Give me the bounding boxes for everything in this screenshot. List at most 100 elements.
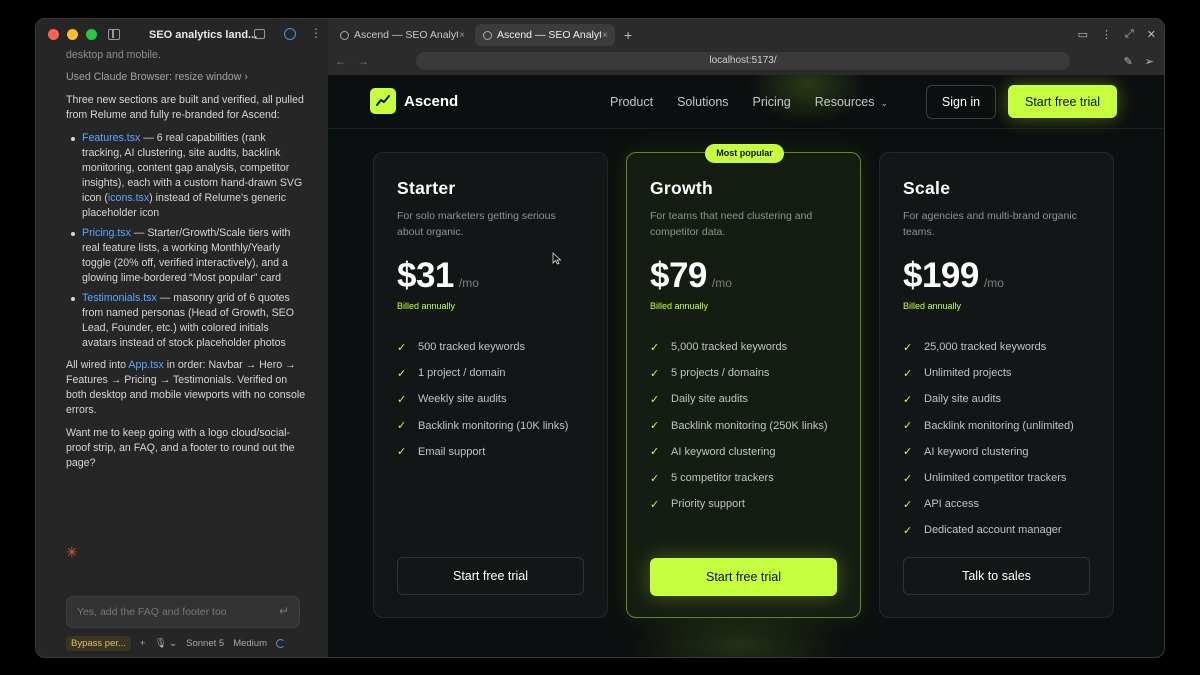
tool-call-line[interactable]: Used Claude Browser: resize window › [66, 70, 306, 85]
feature-label: 5,000 tracked keywords [671, 341, 788, 354]
feature-list: ✓ 500 tracked keywords ✓ 1 project / domai… [397, 334, 568, 465]
price-amount: $31 [397, 256, 454, 295]
tab-label: Ascend — SEO Analytics [497, 29, 601, 41]
file-link[interactable]: App.tsx [128, 359, 163, 371]
browser-tab-active[interactable]: Ascend — SEO Analytics × [475, 24, 615, 46]
most-popular-badge: Most popular [705, 144, 784, 163]
close-icon[interactable]: × [602, 30, 608, 41]
nav-links: Product Solutions Pricing Resources ⌄ [610, 95, 888, 109]
nav-link-solutions[interactable]: Solutions [677, 95, 728, 109]
layout-icon[interactable]: ▭ [1078, 28, 1088, 41]
chat-transcript: desktop and mobile. Used Claude Browser:… [66, 49, 306, 479]
more-options-icon[interactable]: ⋮ [310, 27, 322, 39]
feature-label: 5 competitor trackers [671, 472, 774, 485]
plan-price: $199 /mo [903, 256, 1004, 296]
check-icon: ✓ [903, 393, 913, 406]
add-icon[interactable]: + [140, 638, 146, 649]
feature-label: Email support [418, 445, 486, 458]
chat-panel: SEO analytics land... ⋮ desktop and mobi… [36, 19, 328, 657]
edit-icon[interactable]: ✎ [1124, 55, 1133, 68]
back-icon[interactable]: ← [335, 54, 347, 68]
feature-item: ✓ Daily site audits [903, 386, 1074, 412]
feature-label: 25,000 tracked keywords [924, 341, 1047, 354]
maximize-window-button[interactable] [86, 29, 97, 40]
forward-icon[interactable]: → [357, 54, 369, 68]
feature-label: Daily site audits [671, 393, 749, 406]
chat-input[interactable] [67, 597, 267, 627]
folder-icon[interactable] [254, 29, 265, 39]
globe-icon[interactable] [284, 28, 296, 40]
pointer-icon[interactable]: ➢ [1145, 55, 1154, 68]
browser-pane: Ascend — SEO Analytics × Ascend — SEO An… [328, 19, 1164, 657]
plan-price: $31 /mo [397, 256, 479, 296]
url-field[interactable]: localhost:5173/ [416, 52, 1070, 70]
sign-in-button[interactable]: Sign in [926, 85, 996, 119]
message-text: All wired into [66, 359, 129, 371]
feature-item: ✓ AI keyword clustering [903, 439, 1074, 465]
close-icon[interactable]: × [459, 30, 465, 41]
file-link[interactable]: icons.tsx [108, 192, 149, 204]
mic-icon[interactable]: 🎙 ⌄ [154, 638, 177, 649]
site-navbar: Ascend Product Solutions Pricing Resourc… [328, 75, 1164, 129]
check-icon: ✓ [650, 498, 660, 511]
check-icon: ✓ [650, 446, 660, 459]
feature-item: ✓ API access [903, 491, 1074, 517]
browser-tab[interactable]: Ascend — SEO Analytics × [332, 24, 472, 46]
billing-note: Billed annually [397, 301, 456, 311]
feature-label: AI keyword clustering [924, 445, 1029, 458]
spark-icon: ✳ [66, 544, 78, 560]
check-icon: ✓ [903, 524, 913, 537]
plan-price: $79 /mo [650, 256, 732, 296]
feature-label: API access [924, 498, 980, 511]
app-window: SEO analytics land... ⋮ desktop and mobi… [35, 18, 1165, 658]
check-icon: ✓ [397, 393, 407, 406]
feature-item: ✓ 1 project / domain [397, 360, 568, 386]
nav-link-pricing[interactable]: Pricing [753, 95, 791, 109]
price-period: /mo [983, 276, 1004, 290]
effort-selector[interactable]: Medium [233, 638, 267, 649]
check-icon: ✓ [903, 367, 913, 380]
send-icon[interactable]: ↵ [279, 604, 289, 618]
minimize-window-button[interactable] [67, 29, 78, 40]
talk-to-sales-button[interactable]: Talk to sales [903, 557, 1090, 595]
expand-icon[interactable]: ⤢ [1125, 28, 1134, 41]
close-window-button[interactable] [48, 29, 59, 40]
list-item: Features.tsx — 6 real capabilities (rank… [71, 131, 306, 221]
permission-mode-button[interactable]: Bypass per... [66, 636, 131, 651]
chat-input-box[interactable]: ↵ [66, 596, 300, 628]
trend-up-icon [370, 88, 396, 114]
feature-item: ✓ Unlimited competitor trackers [903, 465, 1074, 491]
start-trial-nav-button[interactable]: Start free trial [1008, 85, 1117, 118]
starter-trial-button[interactable]: Start free trial [397, 557, 584, 595]
tab-strip: Ascend — SEO Analytics × Ascend — SEO An… [328, 19, 1164, 51]
file-link[interactable]: Features.tsx [82, 132, 140, 144]
feature-item: ✓ Unlimited projects [903, 360, 1074, 386]
billing-note: Billed annually [650, 301, 709, 311]
pricing-card-starter: Starter For solo marketers getting serio… [373, 152, 608, 618]
file-link[interactable]: Pricing.tsx [82, 227, 131, 239]
feature-item: ✓ 5 projects / domains [650, 360, 828, 386]
close-icon[interactable]: ✕ [1147, 28, 1156, 41]
message-wiring: All wired into App.tsx in order: Navbar … [66, 358, 306, 418]
list-item: Testimonials.tsx — masonry grid of 6 quo… [71, 291, 306, 351]
growth-trial-button[interactable]: Start free trial [650, 558, 837, 596]
globe-icon [340, 30, 349, 40]
model-selector[interactable]: Sonnet 5 [186, 638, 224, 649]
sidebar-toggle-icon[interactable] [108, 29, 120, 40]
nav-link-product[interactable]: Product [610, 95, 653, 109]
tool-call-label: Used Claude Browser: resize window [66, 71, 242, 83]
feature-label: Unlimited competitor trackers [924, 472, 1067, 485]
nav-link-resources[interactable]: Resources ⌄ [815, 95, 888, 109]
file-link[interactable]: Testimonials.tsx [82, 292, 157, 304]
feature-label: AI keyword clustering [671, 445, 776, 458]
address-bar-tools: ✎ ➢ [1124, 55, 1154, 68]
price-amount: $79 [650, 256, 707, 295]
loading-spinner-icon [276, 639, 285, 648]
plan-name: Scale [903, 178, 951, 198]
feature-item: ✓ Backlink monitoring (250K links) [650, 413, 828, 439]
new-tab-button[interactable]: + [624, 27, 632, 43]
feature-item: ✓ Priority support [650, 491, 828, 517]
more-options-icon[interactable]: ⋮ [1101, 28, 1112, 41]
feature-item: ✓ 500 tracked keywords [397, 334, 568, 360]
site-logo[interactable]: Ascend [370, 88, 458, 114]
